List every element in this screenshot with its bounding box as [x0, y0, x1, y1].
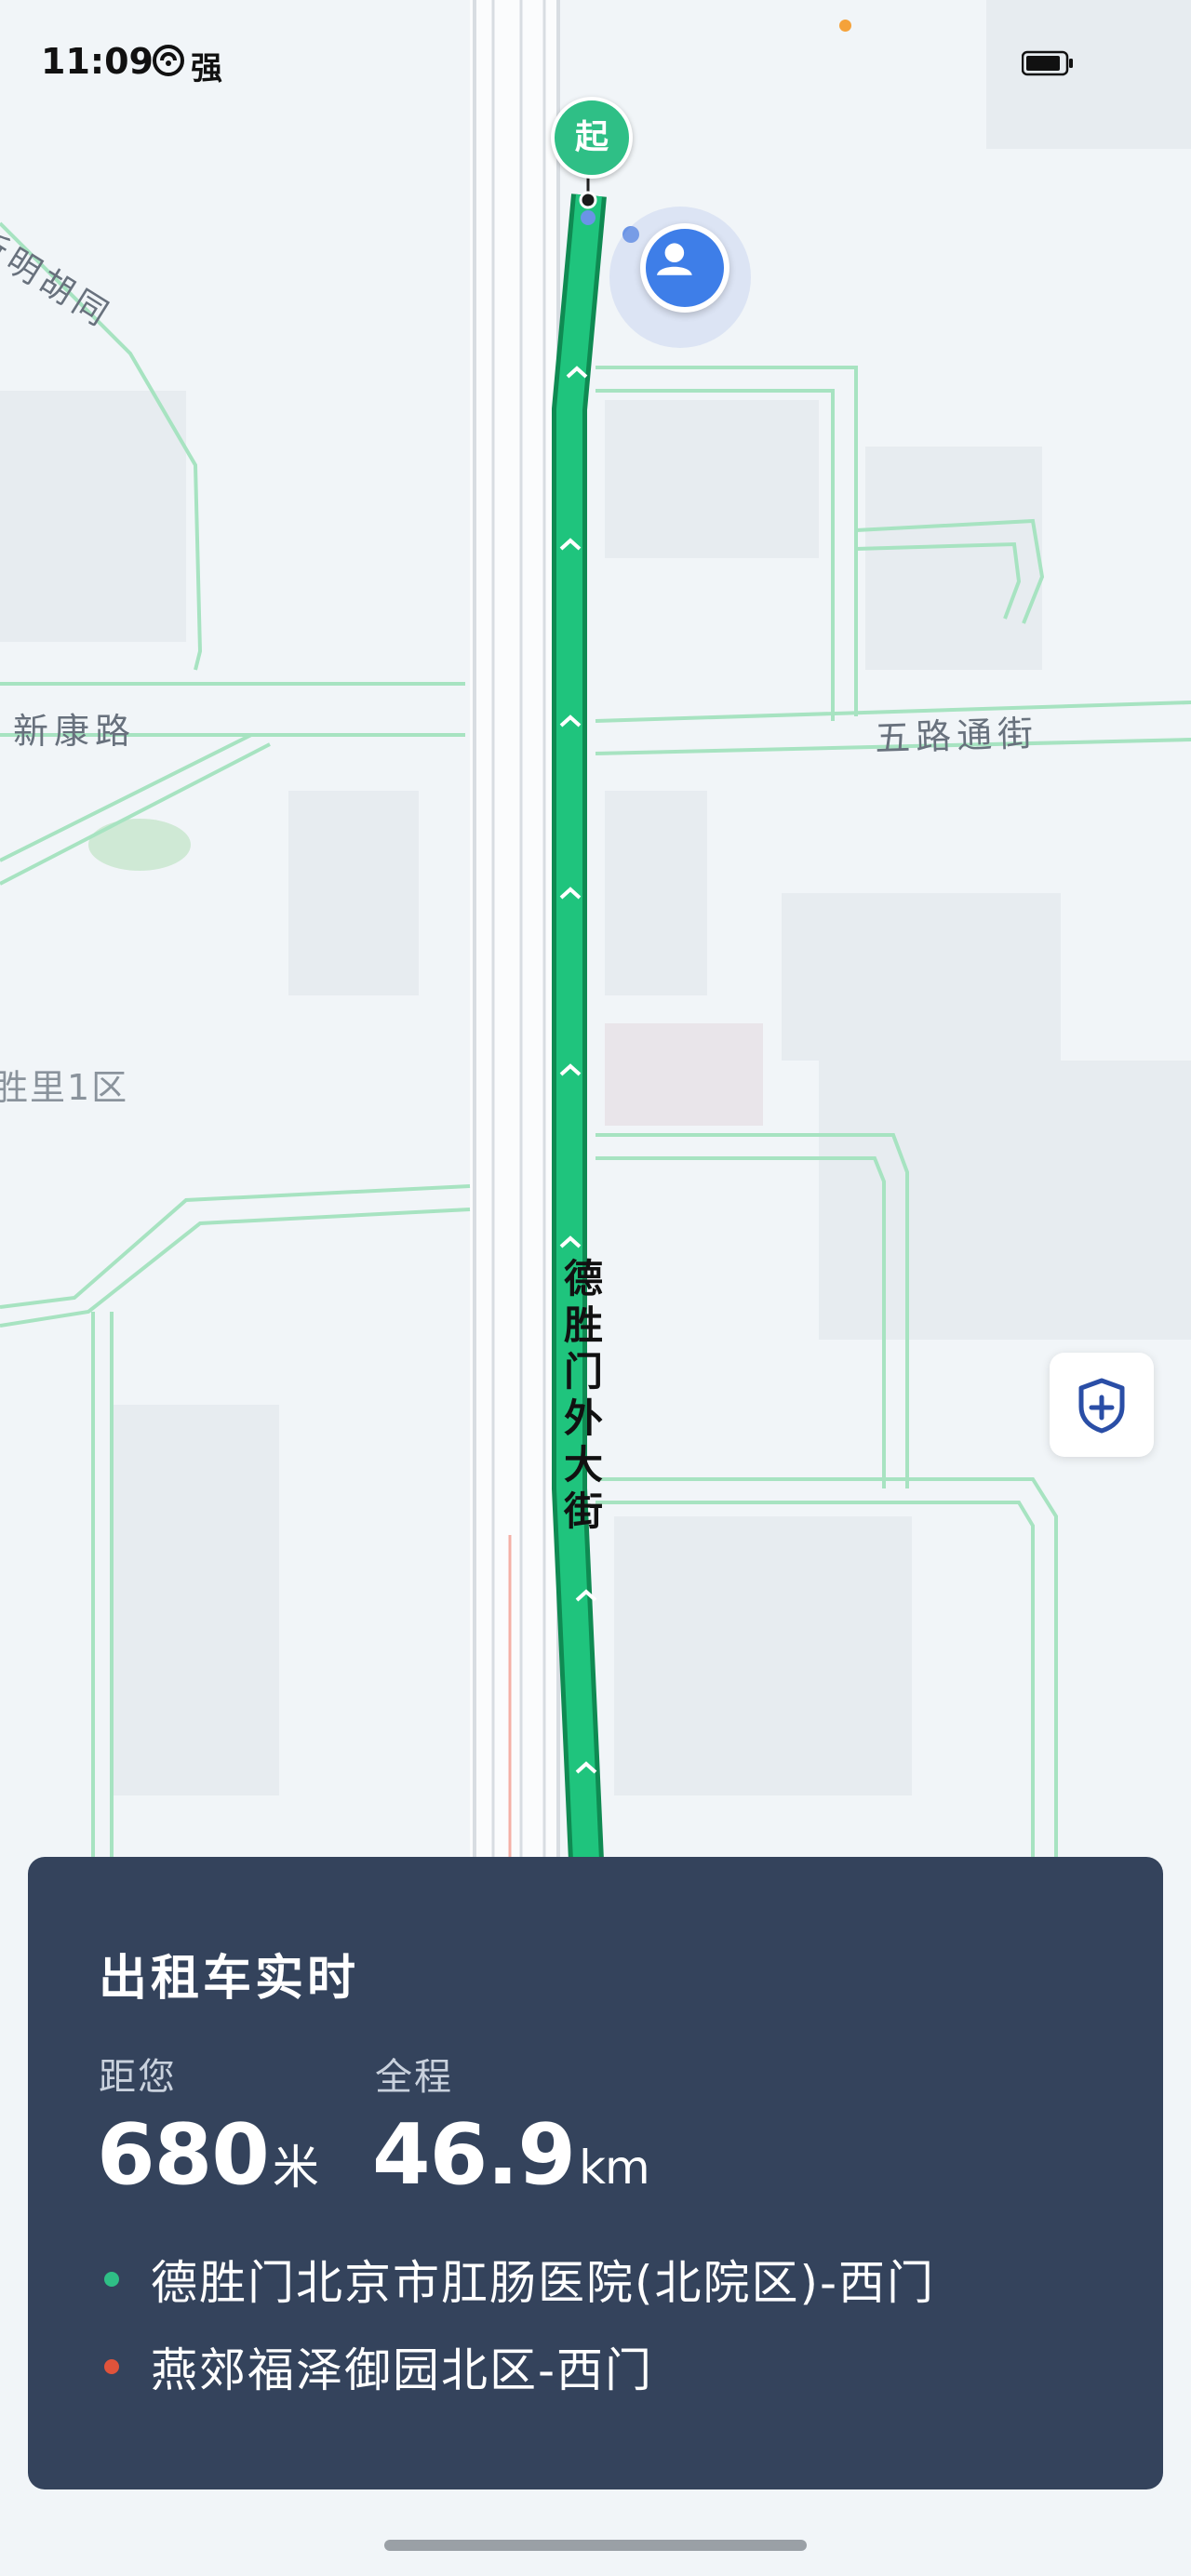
- recording-indicator: [839, 20, 851, 32]
- road-label-desheng: 德胜门外大街: [563, 1256, 603, 1534]
- total-unit: km: [579, 2141, 650, 2195]
- end-point-dot: [104, 2359, 119, 2374]
- status-time: 11:09: [41, 41, 154, 82]
- distance-value-group: 680米: [97, 2106, 319, 2204]
- total-value: 46.9: [372, 2106, 576, 2204]
- green-patch: [88, 819, 191, 871]
- distance-unit: 米: [272, 2141, 319, 2195]
- start-dot: [579, 191, 597, 209]
- user-location-icon[interactable]: [640, 223, 729, 313]
- taxi-info-card: 出租车实时 距您 680米 全程 46.9km 德胜门北京市肛肠医院(北院区)-…: [28, 1857, 1163, 2489]
- start-point-dot: [104, 2272, 119, 2287]
- battery-icon: [1022, 50, 1073, 76]
- signal-label: 强: [191, 50, 222, 87]
- distance-label: 距您: [99, 2056, 177, 2099]
- start-address: 德胜门北京市肛肠医院(北院区)-西门: [151, 2256, 936, 2310]
- shield-icon: [1078, 1378, 1125, 1434]
- route-line: [552, 194, 607, 1862]
- total-value-group: 46.9km: [372, 2106, 650, 2204]
- safety-button[interactable]: [1050, 1353, 1154, 1457]
- road-label-xinkang: 新康路: [13, 711, 137, 752]
- expressway: [470, 0, 560, 1861]
- route-dot-1: [581, 210, 596, 225]
- card-title: 出租车实时: [99, 1951, 360, 2007]
- home-indicator[interactable]: [384, 2540, 807, 2551]
- road-label-wulu: 五路通街: [874, 712, 1039, 760]
- end-address: 燕郊福泽御园北区-西门: [151, 2343, 654, 2397]
- person-icon: [657, 243, 692, 275]
- start-marker[interactable]: 起: [551, 97, 633, 179]
- distance-value: 680: [97, 2106, 270, 2204]
- road-label-li1: 胜里1区: [0, 1067, 129, 1108]
- total-label: 全程: [375, 2056, 453, 2099]
- signal-icon: [153, 45, 184, 76]
